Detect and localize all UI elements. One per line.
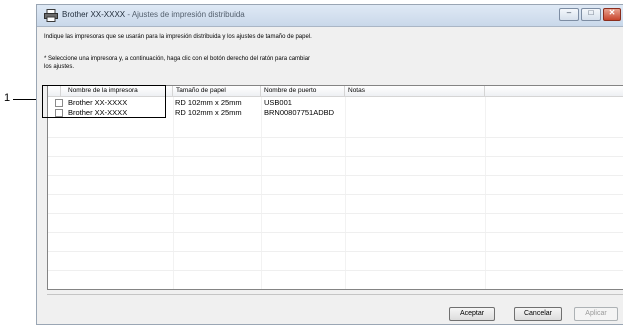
grid-line: [48, 251, 623, 252]
minimize-button[interactable]: –: [559, 8, 579, 21]
window-controls: – □ ✕: [559, 8, 621, 21]
separator-line: [47, 294, 623, 295]
maximize-icon: □: [588, 8, 594, 17]
window-title-separator: -: [125, 10, 132, 19]
cell-port-name: BRN00807751ADBD: [264, 108, 335, 117]
window-title-main: Brother XX-XXXX: [62, 10, 126, 19]
column-header-notes[interactable]: Notas: [348, 87, 365, 94]
cell-port-name: USB001: [264, 98, 292, 107]
minimize-icon: –: [566, 8, 572, 17]
printer-icon: [44, 9, 58, 22]
header-divider: [260, 86, 261, 97]
instruction-note: * Seleccione una impresora y, a continua…: [44, 56, 311, 62]
maximize-button[interactable]: □: [581, 8, 601, 21]
cell-paper-size: RD 102mm x 25mm: [175, 108, 242, 117]
instruction-note-cont: los ajustes.: [44, 64, 75, 70]
title-bar: Brother XX-XXXX - Ajustes de impresión d…: [37, 5, 623, 27]
callout-highlight-box: [42, 85, 166, 118]
grid-line: [48, 175, 623, 176]
window-title: Brother XX-XXXX - Ajustes de impresión d…: [62, 10, 245, 19]
grid-line: [48, 232, 623, 233]
cancel-button[interactable]: Cancelar: [514, 307, 562, 321]
close-icon: ✕: [608, 8, 616, 17]
callout-number: 1: [4, 92, 11, 104]
column-header-paper-size[interactable]: Tamaño de papel: [176, 87, 226, 94]
column-header-port-name[interactable]: Nombre de puerto: [264, 87, 316, 94]
header-divider: [484, 86, 485, 97]
window-title-sub: Ajustes de impresión distribuida: [131, 10, 245, 19]
cell-paper-size: RD 102mm x 25mm: [175, 98, 242, 107]
grid-line: [48, 194, 623, 195]
grid-line: [48, 137, 623, 138]
header-divider: [344, 86, 345, 97]
instruction-text: Indique las impresoras que se usarán par…: [44, 34, 312, 40]
accept-button[interactable]: Aceptar: [449, 307, 495, 321]
apply-button[interactable]: Aplicar: [574, 307, 618, 321]
grid-line: [48, 156, 623, 157]
header-divider: [172, 86, 173, 97]
grid-line: [48, 270, 623, 271]
close-button[interactable]: ✕: [603, 8, 621, 21]
grid-line: [48, 213, 623, 214]
dialog-window: Brother XX-XXXX - Ajustes de impresión d…: [36, 4, 623, 325]
